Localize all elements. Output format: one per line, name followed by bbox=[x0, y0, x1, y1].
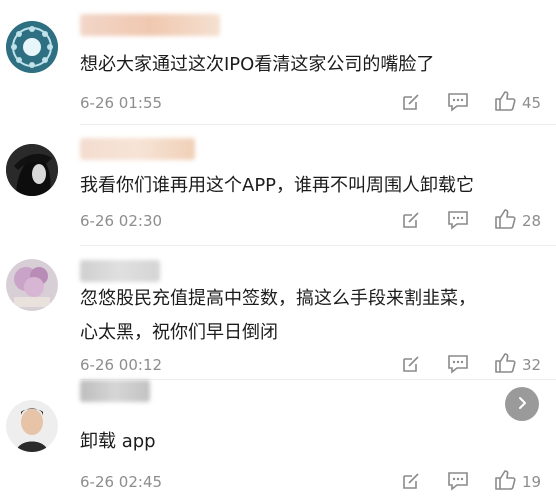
comment-time: 6-26 02:30 bbox=[80, 212, 163, 230]
next-button[interactable] bbox=[505, 387, 539, 421]
thumbs-up-icon[interactable] bbox=[494, 90, 516, 112]
comment-text: 卸载 app bbox=[80, 431, 156, 452]
username[interactable] bbox=[80, 138, 195, 160]
comment-text: 想必大家通过这次IPO看清这家公司的嘴脸了 bbox=[80, 54, 435, 75]
like-count: 32 bbox=[522, 356, 542, 374]
username[interactable] bbox=[80, 260, 160, 282]
edit-icon[interactable] bbox=[401, 354, 421, 374]
comment-icon[interactable] bbox=[447, 354, 469, 374]
like-count: 28 bbox=[522, 212, 542, 230]
like-count: 19 bbox=[522, 473, 542, 491]
comment-time: 6-26 02:45 bbox=[80, 473, 163, 491]
thumbs-up-icon[interactable] bbox=[494, 352, 516, 374]
like-count: 45 bbox=[522, 94, 542, 112]
comment-text-line-2: 心太黑，祝你们早日倒闭 bbox=[80, 322, 278, 343]
comment-time: 6-26 00:12 bbox=[80, 356, 163, 374]
comment-item: 想必大家通过这次IPO看清这家公司的嘴脸了 6-26 01:55 45 bbox=[0, 0, 556, 125]
comment-item: 卸载 app 6-26 02:45 19 bbox=[0, 380, 556, 503]
username[interactable] bbox=[80, 380, 150, 402]
avatar[interactable] bbox=[6, 21, 58, 73]
edit-icon[interactable] bbox=[401, 92, 421, 112]
comment-item: 我看你们谁再用这个APP，谁再不叫周围人卸载它 6-26 02:30 28 bbox=[0, 125, 556, 246]
comment-icon[interactable] bbox=[447, 471, 469, 491]
thumbs-up-icon[interactable] bbox=[494, 208, 516, 230]
thumbs-up-icon[interactable] bbox=[494, 469, 516, 491]
comment-item: 忽悠股民充值提高中签数，搞这么手段来割韭菜， 心太黑，祝你们早日倒闭 6-26 … bbox=[0, 245, 556, 380]
avatar[interactable] bbox=[6, 259, 58, 311]
edit-icon[interactable] bbox=[401, 471, 421, 491]
chevron-right-icon bbox=[515, 395, 529, 414]
avatar[interactable] bbox=[6, 144, 58, 196]
edit-icon[interactable] bbox=[401, 210, 421, 230]
avatar[interactable] bbox=[6, 400, 58, 452]
comment-icon[interactable] bbox=[447, 210, 469, 230]
comment-time: 6-26 01:55 bbox=[80, 94, 163, 112]
username[interactable] bbox=[80, 14, 220, 36]
comment-text: 我看你们谁再用这个APP，谁再不叫周围人卸载它 bbox=[80, 175, 475, 196]
comment-icon[interactable] bbox=[447, 92, 469, 112]
comment-text-line-1: 忽悠股民充值提高中签数，搞这么手段来割韭菜， bbox=[80, 288, 476, 309]
